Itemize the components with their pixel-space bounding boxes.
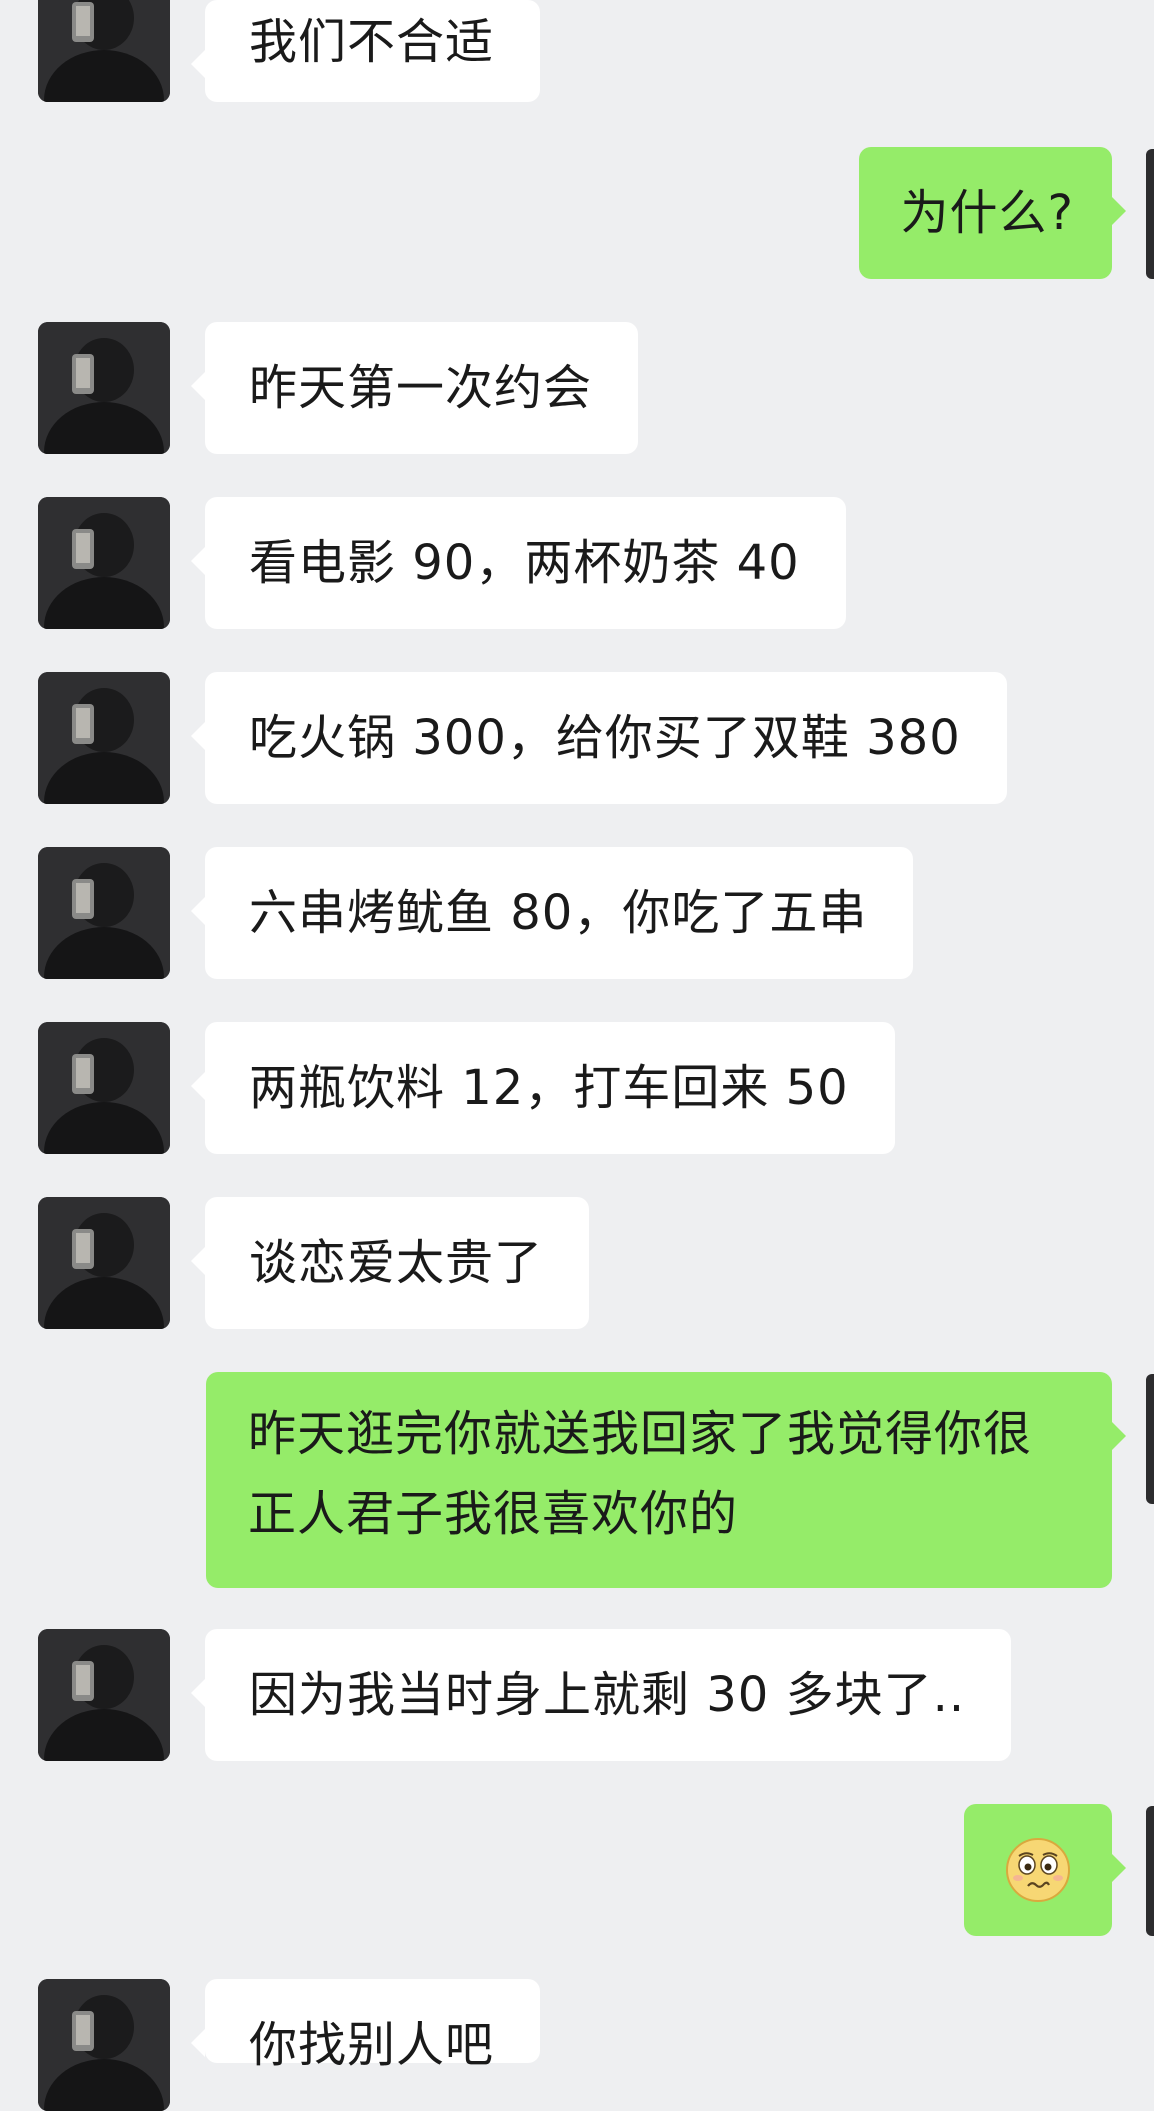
- message-bubble-incoming[interactable]: 两瓶饮料 12，打车回来 50: [191, 1022, 895, 1154]
- message-bubble-incoming[interactable]: 吃火锅 300，给你买了双鞋 380: [191, 672, 1007, 804]
- message-bubble-incoming[interactable]: 六串烤鱿鱼 80，你吃了五串: [190, 847, 914, 979]
- my-avatar[interactable]: [1146, 1374, 1154, 1504]
- message-bubble-incoming[interactable]: 我们不合适: [190, 0, 541, 102]
- contact-avatar[interactable]: [38, 0, 170, 102]
- contact-avatar[interactable]: [38, 497, 170, 629]
- contact-avatar[interactable]: [38, 672, 170, 804]
- message-bubble-outgoing[interactable]: 为什么?: [858, 147, 1127, 279]
- my-avatar[interactable]: [1146, 149, 1154, 279]
- contact-avatar[interactable]: [38, 1022, 170, 1154]
- message-bubble-incoming[interactable]: 你找别人吧: [190, 1979, 541, 2073]
- my-avatar[interactable]: [1146, 1806, 1154, 1936]
- contact-avatar[interactable]: [38, 1629, 170, 1761]
- message-bubble-incoming[interactable]: 谈恋爱太贵了: [190, 1197, 590, 1329]
- message-bubble-incoming[interactable]: 昨天第一次约会: [190, 322, 639, 454]
- contact-avatar[interactable]: [38, 1979, 170, 2111]
- message-bubble-outgoing[interactable]: 昨天逛完你就送我回家了我觉得你很正人君子我很喜欢你的: [206, 1372, 1126, 1588]
- contact-avatar[interactable]: [38, 1197, 170, 1329]
- message-bubble-incoming[interactable]: 看电影 90，两杯奶茶 40: [191, 497, 846, 629]
- contact-avatar[interactable]: [38, 847, 170, 979]
- message-bubble-incoming[interactable]: 因为我当时身上就剩 30 多块了..: [190, 1629, 1012, 1761]
- message-bubble-outgoing[interactable]: [964, 1804, 1126, 1936]
- worried-face-icon: [1004, 1836, 1072, 1904]
- contact-avatar[interactable]: [38, 322, 170, 454]
- chat-window: 我们不合适 为什么? 昨天第一次约会 看电影 90，两杯奶茶 40 吃火锅 30…: [0, 0, 1154, 2111]
